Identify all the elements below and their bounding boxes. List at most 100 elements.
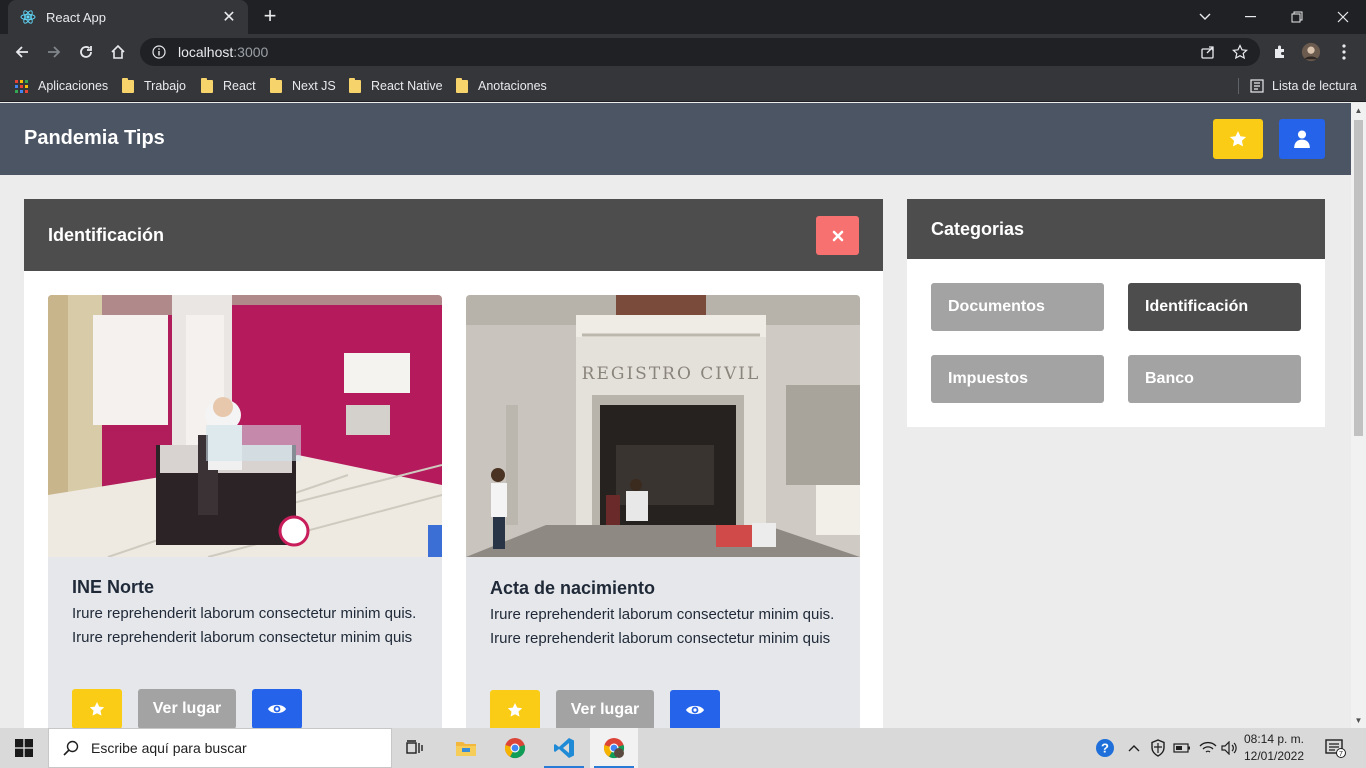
view-place-button[interactable]: Ver lugar: [138, 689, 236, 728]
add-favorite-button[interactable]: [490, 690, 540, 728]
category-impuestos[interactable]: Impuestos: [931, 355, 1104, 403]
card-title: Acta de nacimiento: [490, 578, 656, 598]
battery-icon[interactable]: [1172, 738, 1192, 758]
apps-grid-icon: [15, 79, 28, 93]
chrome-icon: [504, 738, 526, 759]
view-details-button[interactable]: [252, 689, 302, 728]
address-bar[interactable]: localhost:3000: [140, 38, 1260, 66]
task-view-button[interactable]: [392, 728, 440, 768]
back-icon[interactable]: [10, 40, 34, 64]
svg-text:?: ?: [1101, 741, 1109, 756]
bookmark-anotaciones[interactable]: Anotaciones: [456, 77, 547, 95]
browser-tab[interactable]: React App ✕: [8, 0, 248, 34]
folder-icon: [270, 77, 282, 93]
panel-header: Identificación: [24, 199, 883, 271]
browser-tab-strip: React App ✕ +: [0, 0, 1366, 34]
eye-icon: [686, 705, 704, 715]
vscode-taskbar-button[interactable]: [540, 728, 588, 768]
close-panel-button[interactable]: [816, 216, 859, 255]
file-explorer-button[interactable]: [442, 728, 490, 768]
chrome-taskbar-button[interactable]: [491, 728, 539, 768]
view-details-button[interactable]: [670, 690, 720, 728]
search-icon: [63, 740, 79, 756]
category-identificacion[interactable]: Identificación: [1128, 283, 1301, 331]
menu-dots-icon[interactable]: [1334, 42, 1354, 62]
share-icon[interactable]: [1198, 42, 1218, 62]
restore-icon[interactable]: [1274, 0, 1320, 34]
card-image-ine-office: [48, 295, 442, 557]
add-favorite-button[interactable]: [72, 689, 122, 728]
bookmark-react-native[interactable]: React Native: [349, 77, 443, 95]
minimize-icon[interactable]: [1228, 0, 1274, 34]
folder-icon: [349, 77, 361, 93]
close-icon: [832, 230, 843, 241]
chrome-profile-icon: [603, 738, 625, 759]
windows-start-button[interactable]: [0, 728, 48, 768]
sidebar-title: Categorias: [931, 219, 1025, 239]
forward-icon[interactable]: [42, 40, 66, 64]
windows-taskbar: Escribe aquí para buscar ? 08:14 p. m. 1…: [0, 728, 1366, 768]
category-documentos[interactable]: Documentos: [931, 283, 1104, 331]
scrollbar-thumb[interactable]: [1354, 120, 1363, 436]
star-icon: [89, 702, 105, 716]
tab-title: React App: [46, 9, 106, 25]
chrome-active-taskbar-button[interactable]: [590, 728, 638, 768]
security-shield-icon[interactable]: [1148, 738, 1168, 758]
windows-logo-icon: [15, 739, 33, 757]
category-banco[interactable]: Banco: [1128, 355, 1301, 403]
bookmark-label: Next JS: [292, 79, 336, 93]
star-icon: [507, 703, 523, 717]
bookmarks-bar: Aplicaciones Trabajo React Next JS React…: [0, 70, 1366, 102]
eye-icon: [268, 704, 286, 714]
bookmark-aplicaciones[interactable]: Aplicaciones: [15, 77, 108, 95]
taskbar-search-box[interactable]: Escribe aquí para buscar: [48, 728, 392, 768]
notifications-button[interactable]: 7: [1322, 738, 1348, 758]
extensions-icon[interactable]: [1270, 42, 1290, 62]
bookmark-trabajo[interactable]: Trabajo: [122, 77, 186, 95]
help-icon[interactable]: ?: [1095, 738, 1115, 758]
folder-icon: [122, 77, 134, 93]
bookmark-star-icon[interactable]: [1230, 42, 1250, 62]
close-window-icon[interactable]: [1320, 0, 1366, 34]
page-scrollbar[interactable]: ▲ ▼: [1351, 103, 1366, 728]
bookmark-label: Anotaciones: [478, 79, 547, 93]
tip-card: REGISTRO CIVIL Acta de nacimiento Irure …: [466, 295, 860, 728]
reload-icon[interactable]: [74, 40, 98, 64]
url-host: localhost: [178, 44, 234, 60]
clock-time: 08:14 p. m.: [1243, 732, 1305, 746]
categories-sidebar: Categorias Documentos Identificación Imp…: [907, 199, 1325, 427]
card-image-registro-civil: REGISTRO CIVIL: [466, 295, 860, 557]
scroll-up-icon[interactable]: ▲: [1351, 103, 1366, 118]
home-icon[interactable]: [106, 40, 130, 64]
bookmark-label: Aplicaciones: [38, 79, 109, 93]
folder-icon: [456, 742, 476, 756]
favorites-button[interactable]: [1213, 119, 1263, 159]
reading-list-icon: [1250, 79, 1264, 93]
notification-count: 7: [1339, 751, 1343, 758]
tab-search-icon[interactable]: [1182, 0, 1228, 34]
bookmark-next-js[interactable]: Next JS: [270, 77, 336, 95]
scroll-down-icon[interactable]: ▼: [1351, 713, 1366, 728]
profile-avatar-icon[interactable]: [1301, 42, 1321, 62]
star-icon: [1229, 131, 1247, 147]
sidebar-header: Categorias: [907, 199, 1325, 259]
url-port: :3000: [233, 44, 269, 60]
wifi-icon[interactable]: [1198, 738, 1218, 758]
close-tab-icon[interactable]: ✕: [220, 7, 238, 27]
browser-toolbar: localhost:3000: [0, 34, 1366, 70]
reading-list-button[interactable]: Lista de lectura: [1250, 77, 1357, 95]
bookmarks-divider: [1238, 78, 1239, 94]
info-icon[interactable]: [152, 45, 166, 59]
taskbar-clock[interactable]: 08:14 p. m. 12/01/2022: [1240, 731, 1308, 765]
show-hidden-icons-icon[interactable]: [1124, 738, 1144, 758]
bookmark-label: Trabajo: [144, 79, 186, 93]
bookmark-react[interactable]: React: [201, 77, 256, 95]
card-description: Irure reprehenderit laborum consectetur …: [490, 606, 835, 647]
bookmark-label: React Native: [371, 79, 443, 93]
view-place-button[interactable]: Ver lugar: [556, 690, 654, 728]
bookmark-label: React: [223, 79, 256, 93]
user-button[interactable]: [1279, 119, 1325, 159]
new-tab-icon[interactable]: +: [258, 4, 282, 28]
app-brand[interactable]: Pandemia Tips: [24, 127, 165, 150]
volume-icon[interactable]: [1220, 738, 1240, 758]
